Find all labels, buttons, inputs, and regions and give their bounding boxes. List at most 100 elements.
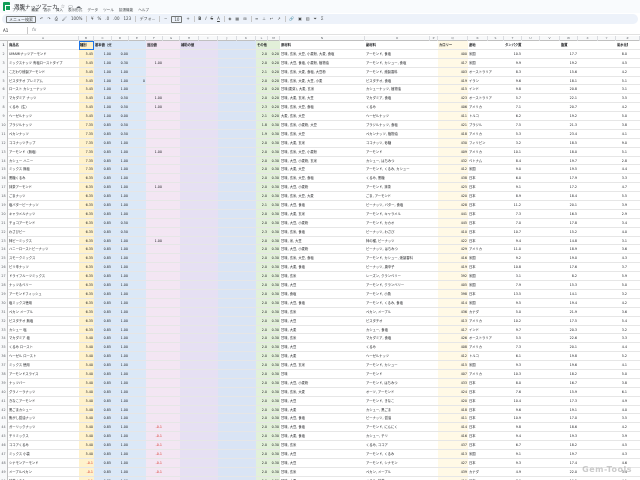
cell[interactable]: [430, 68, 438, 77]
cell[interactable]: 1.00: [94, 68, 112, 77]
cell[interactable]: [578, 192, 598, 201]
cell[interactable]: 6.35: [79, 254, 94, 263]
cell[interactable]: 15.9: [560, 388, 578, 397]
cell[interactable]: 3.1: [504, 272, 522, 281]
cell[interactable]: [430, 290, 438, 299]
cell[interactable]: アメリカ: [468, 317, 504, 326]
cell[interactable]: [180, 139, 199, 148]
redo-icon[interactable]: ↷: [47, 16, 50, 22]
cell[interactable]: 20.8: [560, 85, 578, 94]
cell[interactable]: 甘味, 玄米, 大豆, 大麦: [280, 192, 365, 201]
cell[interactable]: [628, 201, 640, 210]
cell[interactable]: 0.30: [268, 148, 280, 157]
cell[interactable]: 7.35: [79, 165, 94, 174]
cell[interactable]: [180, 68, 199, 77]
cell[interactable]: 5.45: [79, 85, 94, 94]
cell[interactable]: [163, 130, 180, 139]
cell[interactable]: 日本: [468, 379, 504, 388]
cell[interactable]: くるみ, 抹茶: [365, 477, 430, 480]
cell[interactable]: 1.00: [112, 272, 129, 281]
cell[interactable]: [163, 59, 180, 68]
cell[interactable]: 17.6: [560, 263, 578, 272]
cell[interactable]: 16.5: [560, 210, 578, 219]
cell[interactable]: 0.30: [268, 219, 280, 228]
cell[interactable]: 403: [438, 68, 468, 77]
cell[interactable]: オーツ, アーモンド: [365, 388, 430, 397]
cell[interactable]: 1.00: [112, 290, 129, 299]
cell[interactable]: 4.4: [616, 343, 628, 352]
cell[interactable]: シナモンアーモンド: [8, 459, 79, 468]
cell[interactable]: 0.30: [268, 228, 280, 237]
cell[interactable]: 米国: [468, 299, 504, 308]
cell[interactable]: 445: [438, 219, 468, 228]
cell[interactable]: 日本: [468, 423, 504, 432]
cell[interactable]: 6.1: [504, 352, 522, 361]
cell[interactable]: 0.30: [268, 263, 280, 272]
cell[interactable]: [522, 290, 540, 299]
cell[interactable]: [628, 441, 640, 450]
cell[interactable]: [578, 237, 598, 246]
cell[interactable]: 甘味, 大豆: [280, 281, 365, 290]
cell[interactable]: [129, 50, 146, 59]
cell[interactable]: 19.0: [560, 254, 578, 263]
cell[interactable]: [199, 406, 218, 415]
cell[interactable]: [199, 41, 218, 50]
cell[interactable]: 1.00: [112, 254, 129, 263]
cell[interactable]: [199, 210, 218, 219]
cell[interactable]: 18.4: [560, 192, 578, 201]
cell[interactable]: 432: [438, 157, 468, 166]
cell[interactable]: 2.0: [256, 317, 268, 326]
number-format-button[interactable]: 123: [124, 16, 132, 22]
cell[interactable]: [180, 103, 199, 112]
cell[interactable]: [522, 103, 540, 112]
cell[interactable]: 甘味, 大豆, 食塩: [280, 201, 365, 210]
cell[interactable]: ペカン メープル: [8, 308, 79, 317]
cell[interactable]: [163, 94, 180, 103]
cell[interactable]: 392: [438, 272, 468, 281]
cell[interactable]: 0.30: [112, 59, 129, 68]
cell[interactable]: ピリ辛ナッツ: [8, 263, 79, 272]
cell[interactable]: [163, 77, 180, 86]
cell[interactable]: 427: [438, 459, 468, 468]
cell[interactable]: [199, 468, 218, 477]
cell[interactable]: スモークミックス: [8, 254, 79, 263]
cell[interactable]: 19.4: [560, 299, 578, 308]
cell[interactable]: 甘味, 玄米, 大麦, 食塩, 大豆粉: [280, 68, 365, 77]
cell[interactable]: 8.3: [504, 68, 522, 77]
cell[interactable]: 4.1: [616, 361, 628, 370]
cell[interactable]: アメリカ: [468, 245, 504, 254]
cell[interactable]: [522, 201, 540, 210]
cell[interactable]: 2.0: [256, 272, 268, 281]
cell[interactable]: 1.00: [112, 157, 129, 166]
cell[interactable]: 19.2: [560, 112, 578, 121]
cell[interactable]: 0.85: [94, 272, 112, 281]
cell[interactable]: [163, 343, 180, 352]
cell[interactable]: [180, 281, 199, 290]
link-icon[interactable]: 🔗: [289, 16, 294, 22]
cell[interactable]: [628, 423, 640, 432]
cell[interactable]: 1.00: [112, 468, 129, 477]
cell[interactable]: 5.40: [79, 352, 94, 361]
cell[interactable]: [163, 432, 180, 441]
cell[interactable]: [522, 263, 540, 272]
cell[interactable]: 5.45: [79, 103, 94, 112]
cell[interactable]: [522, 254, 540, 263]
cell[interactable]: 5.45: [79, 68, 94, 77]
cell[interactable]: 415: [438, 361, 468, 370]
cell[interactable]: ブラジルナッツ, 食塩: [365, 121, 430, 130]
cell[interactable]: 1.00: [112, 459, 129, 468]
cell[interactable]: 0.85: [94, 334, 112, 343]
cell[interactable]: [430, 59, 438, 68]
cell[interactable]: [180, 290, 199, 299]
cell[interactable]: [199, 343, 218, 352]
cell[interactable]: [146, 139, 163, 148]
cell[interactable]: [628, 237, 640, 246]
cell[interactable]: 425: [438, 183, 468, 192]
cell[interactable]: 甘味, 大豆, 食塩: [280, 414, 365, 423]
cell[interactable]: 406: [438, 103, 468, 112]
cell[interactable]: アーモンド, くるみ, カシュー: [365, 165, 430, 174]
cell[interactable]: 18.2: [560, 441, 578, 450]
selected-cell[interactable]: [79, 41, 94, 50]
cell[interactable]: [180, 397, 199, 406]
cell[interactable]: 柿ピーミックス: [8, 237, 79, 246]
